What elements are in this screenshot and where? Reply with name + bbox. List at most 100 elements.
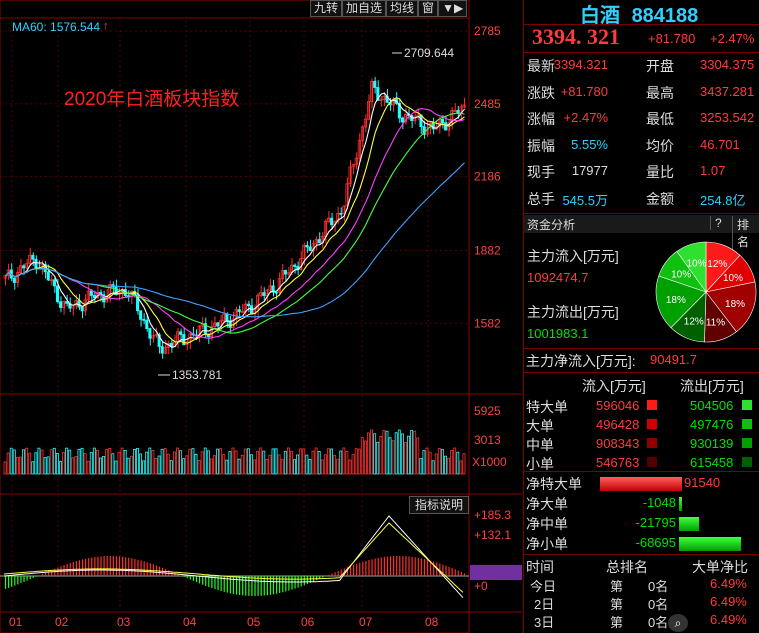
toolbar-jiuzhuan[interactable]: 九转 [310,0,343,17]
candle-body [440,118,445,124]
rank-time: 3日 [534,615,555,630]
vol-tick-label: 5925 [474,404,501,418]
flow-out-swatch [742,419,752,429]
vol-bar [102,456,106,475]
stat-label: 总手 [527,190,555,207]
candle-body [237,309,241,312]
rank-ratio: 6.49% [710,576,747,591]
vol-bar [351,454,355,475]
net-row-name: 净大单 [526,496,568,512]
vol-bar [194,453,198,475]
vol-bar [191,448,195,475]
candle-body [225,313,229,322]
rank-time: 2日 [534,597,555,612]
rank-ratio: 6.49% [710,594,747,609]
vol-bar [286,447,290,475]
vol-bar [345,451,349,475]
candle-body [444,122,448,131]
candle-body [262,292,266,297]
vol-bar [209,458,213,475]
vol-bar [320,459,324,475]
candle-body [246,303,251,307]
candle-body [34,258,38,269]
vol-bar [111,453,115,475]
stat-value: +81.780 [560,83,608,99]
net-inflow-label: 主力净流入[万元]: [526,353,636,369]
y-tick-label: 2785 [474,24,501,38]
vol-bar [15,456,19,475]
flow-out-swatch [742,400,752,410]
vol-bar [330,448,333,475]
x-tick-label: 04 [183,615,197,629]
ma-line [5,108,465,339]
x-tick-label: 06 [301,615,315,629]
vol-bar [262,450,266,475]
flow-out-value: 615458 [690,455,734,470]
stat-value: +2.47% [563,110,608,125]
change: +81.780 [648,31,696,46]
vol-bar [231,447,235,475]
vol-bar [379,435,383,475]
tab-fund-analysis[interactable]: 资金分析 [527,216,575,233]
vol-bar [431,460,435,475]
search-icon[interactable]: ⌕ [668,614,688,632]
vol-bar [240,454,244,475]
vol-bar [234,450,238,475]
vol-bar [18,456,22,475]
vol-bar [213,455,216,475]
vol-bar [253,459,256,475]
tab-help[interactable]: ? [710,216,722,230]
vol-bar [132,448,136,475]
vol-bar [59,461,62,475]
vol-bar [391,440,395,475]
vol-bar [440,448,444,475]
candle-body [89,290,93,296]
toolbar-window[interactable]: 窗 [418,0,439,17]
stat-label: 金额 [646,190,674,207]
toolbar-dropdown-icon[interactable]: ▼▶ [438,0,468,17]
candle-body [52,279,56,287]
vol-bar [62,452,66,475]
flow-in-value: 546763 [596,455,640,470]
vol-bar [68,449,72,475]
vol-bar [148,447,152,475]
candle-body [46,271,50,281]
x-tick-label: 02 [55,615,69,629]
net-row-name: 净特大单 [526,476,582,492]
vol-bar [123,450,127,475]
x-tick-label: 03 [117,615,131,629]
vol-bar [197,459,201,475]
indicator-help-button[interactable]: 指标说明 [409,496,469,514]
candle-body [80,306,84,312]
vol-bar [265,458,269,475]
stat-value: 1.07 [700,163,726,178]
vol-bar [462,453,466,475]
vol-bar [172,451,176,475]
rank-prefix: 第 [610,579,624,594]
vol-bar [459,460,463,475]
rank-ratio: 6.49% [710,612,747,627]
vol-bar [407,435,410,475]
vol-bar [453,447,457,475]
vol-bar [403,442,407,475]
vol-bar [428,451,432,475]
vol-bar [77,449,81,475]
toolbar-ma[interactable]: 均线 [386,0,419,17]
toolbar-add-watch[interactable]: 加自选 [342,0,387,17]
vol-bar [357,448,361,475]
vol-bar [323,454,327,475]
stat-label: 最新 [527,58,555,74]
vol-bar [200,451,204,475]
vol-bar [120,447,124,475]
net-bar [679,537,741,551]
vol-bar [157,455,161,475]
vol-bar [154,458,158,475]
vol-bar [388,437,392,475]
vol-bar [6,452,10,475]
vol-bar [339,450,343,475]
pie-slice-label: 12% [707,259,727,270]
vol-bar [394,432,398,475]
vol-bar [108,447,112,475]
stat-value: 3394.321 [553,57,608,72]
stat-value: 5.55% [571,136,608,152]
